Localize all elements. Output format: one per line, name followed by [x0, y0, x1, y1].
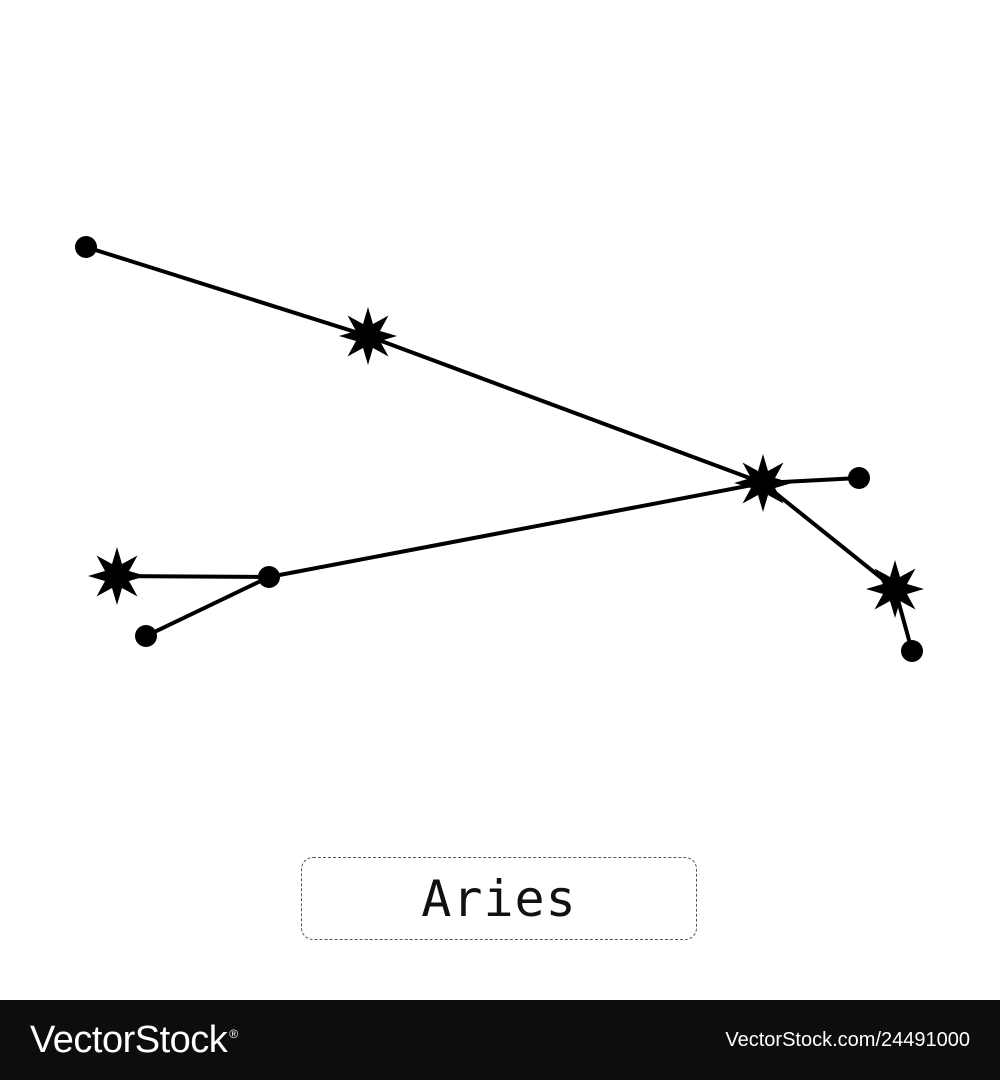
star-burst-icon — [734, 454, 792, 512]
star-dot-icon — [135, 625, 157, 647]
star-dot-icon — [75, 236, 97, 258]
watermark-brand: VectorStock ® — [30, 1019, 238, 1062]
constellation-line-s3-s5 — [761, 481, 897, 591]
constellation-stars — [75, 236, 924, 662]
constellation-line-s2-s3 — [366, 334, 765, 485]
watermark-footer: VectorStock ® VectorStock.com/24491000 — [0, 1000, 1000, 1080]
star-dot-icon — [901, 640, 923, 662]
registered-mark: ® — [229, 1026, 238, 1041]
constellation-name: Aries — [421, 869, 577, 928]
star-burst-icon — [88, 547, 146, 605]
constellation-line-s1-s2 — [84, 245, 370, 338]
constellation-line-s7-s9 — [144, 575, 271, 638]
constellation-diagram — [75, 236, 924, 662]
constellation-line-s3-s7 — [267, 481, 765, 579]
brand-text: VectorStock — [30, 1018, 228, 1061]
star-burst-icon — [866, 560, 924, 618]
constellation-name-box: Aries — [301, 857, 697, 940]
constellation-lines — [84, 245, 914, 653]
watermark-image-id: VectorStock.com/24491000 — [725, 1028, 970, 1051]
star-dot-icon — [258, 566, 280, 588]
star-burst-icon — [339, 307, 397, 365]
star-dot-icon — [848, 467, 870, 489]
